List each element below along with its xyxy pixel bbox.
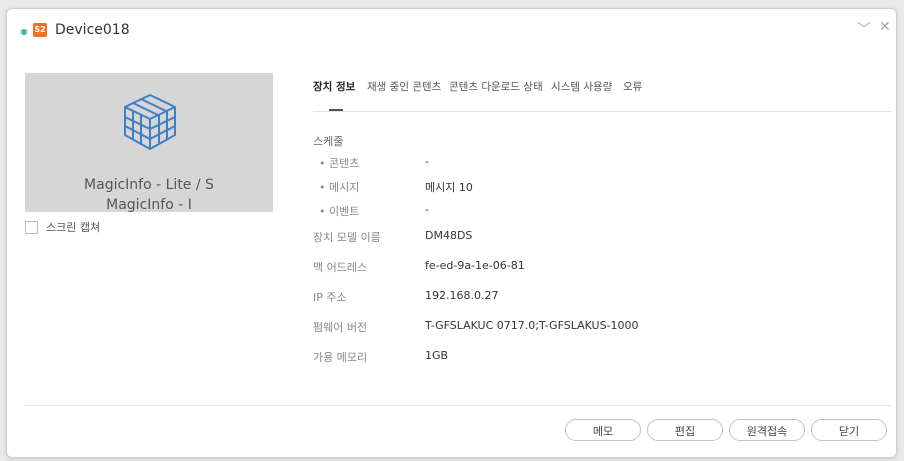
mac-value: fe-ed-9a-1e-06-81 [425,259,525,272]
tab-system-usage[interactable]: 시스템 사용량 [551,79,612,94]
close-icon[interactable]: ✕ [879,19,891,35]
device-preview: MagicInfo - Lite / S MagicInfo - I [25,73,273,213]
firmware-label: 펌웨어 버전 [313,321,368,334]
preview-label-line1: MagicInfo - Lite / S [84,177,214,193]
close-button[interactable]: 닫기 [811,419,887,441]
active-tab-indicator [329,109,343,111]
device-type-badge: S2 [33,23,47,37]
message-label: • 메시지 [319,181,360,194]
dialog-title: Device018 [55,22,130,38]
content-value: - [425,155,429,168]
tab-playing-content[interactable]: 재생 중인 콘텐츠 [367,79,441,94]
cube-icon [124,94,176,150]
memo-button[interactable]: 메모 [565,419,641,441]
firmware-value: T-GFSLAKUC 0717.0;T-GFSLAKUS-1000 [425,319,639,332]
title-bar: S2 Device018 ﹀ ✕ [7,9,896,53]
model-label: 장치 모델 이름 [313,231,381,244]
schedule-label: 스케줄 [313,135,344,148]
edit-button[interactable]: 편집 [647,419,723,441]
memory-value: 1GB [425,349,449,362]
event-value: - [425,203,429,216]
preview-label-line2: MagicInfo - I [106,197,192,213]
device-detail-dialog: S2 Device018 ﹀ ✕ MagicInfo - Lite / S Ma… [6,8,897,458]
tab-download-status[interactable]: 콘텐츠 다운로드 상태 [449,79,543,94]
tab-device-info[interactable]: 장치 정보 [313,79,355,94]
memory-label: 가용 메모리 [313,351,368,364]
ip-label: IP 주소 [313,291,347,304]
footer-divider [25,405,891,406]
message-value: 메시지 10 [425,181,473,194]
remote-access-button[interactable]: 원격접속 [729,419,805,441]
tab-errors[interactable]: 오류 [623,79,642,94]
status-dot [21,29,27,35]
ip-value: 192.168.0.27 [425,289,499,302]
mac-label: 맥 어드레스 [313,261,368,274]
screen-capture-label: 스크린 캡쳐 [46,221,101,234]
checkbox-icon[interactable] [25,220,38,234]
tab-bar: 장치 정보 재생 중인 콘텐츠 콘텐츠 다운로드 상태 시스템 사용량 오류 [313,71,891,112]
screen-capture-checkbox[interactable]: 스크린 캡쳐 [25,219,100,235]
collapse-icon[interactable]: ﹀ [857,19,871,39]
event-label: • 이벤트 [319,205,360,218]
model-value: DM48DS [425,229,473,242]
content-label: • 콘텐츠 [319,157,360,170]
